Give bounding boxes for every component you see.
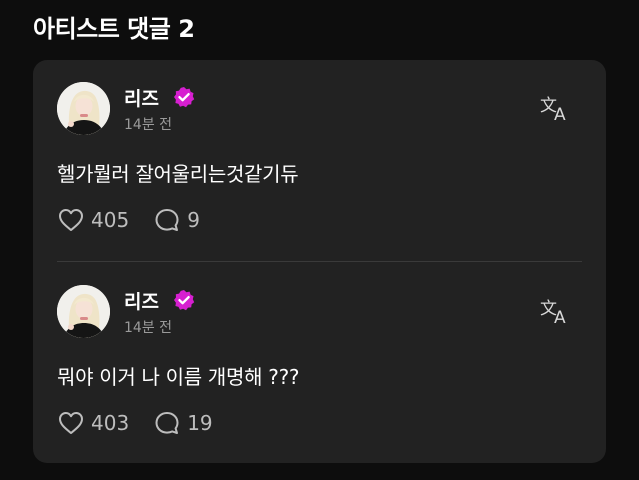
reply-button[interactable]: 9 (153, 207, 200, 233)
speech-bubble-icon (155, 412, 179, 434)
like-count: 403 (91, 411, 130, 435)
heart-icon (59, 412, 83, 434)
like-button[interactable]: 405 (57, 207, 129, 233)
divider (57, 261, 582, 262)
avatar[interactable] (57, 82, 110, 135)
svg-text:A: A (554, 308, 566, 327)
avatar[interactable] (57, 285, 110, 338)
verified-badge-icon (173, 289, 195, 311)
comment-text: 뭐야 이거 나 이름 개명해 ??? (57, 365, 300, 389)
reply-button[interactable]: 19 (153, 410, 213, 436)
svg-text:A: A (554, 105, 566, 124)
translate-icon[interactable]: 文 A (539, 94, 573, 125)
comment-time: 14분 전 (124, 320, 173, 336)
author-name[interactable]: 리즈 (124, 287, 159, 314)
comment-actions: 405 9 (57, 206, 224, 234)
like-button[interactable]: 403 (57, 410, 129, 436)
translate-icon[interactable]: 文 A (539, 297, 573, 328)
reply-count: 19 (187, 411, 213, 435)
speech-bubble-icon (155, 209, 179, 231)
reply-count: 9 (187, 208, 200, 232)
author-name[interactable]: 리즈 (124, 84, 159, 111)
comments-card: 리즈 14분 전 文 A 헬가뭘러 잘어울리는것같기듀 405 9 리즈 14분… (33, 60, 606, 463)
artist-comments-page: 아티스트 댓글 2 리즈 14분 전 文 A 헬가뭘러 잘어울리는것같기듀 40… (0, 0, 639, 480)
comment-time: 14분 전 (124, 117, 173, 133)
heart-icon (59, 209, 83, 231)
verified-badge-icon (173, 86, 195, 108)
like-count: 405 (91, 208, 130, 232)
section-title: 아티스트 댓글 2 (33, 15, 195, 43)
comment-actions: 403 19 (57, 409, 237, 437)
comment-text: 헬가뭘러 잘어울리는것같기듀 (57, 162, 299, 186)
